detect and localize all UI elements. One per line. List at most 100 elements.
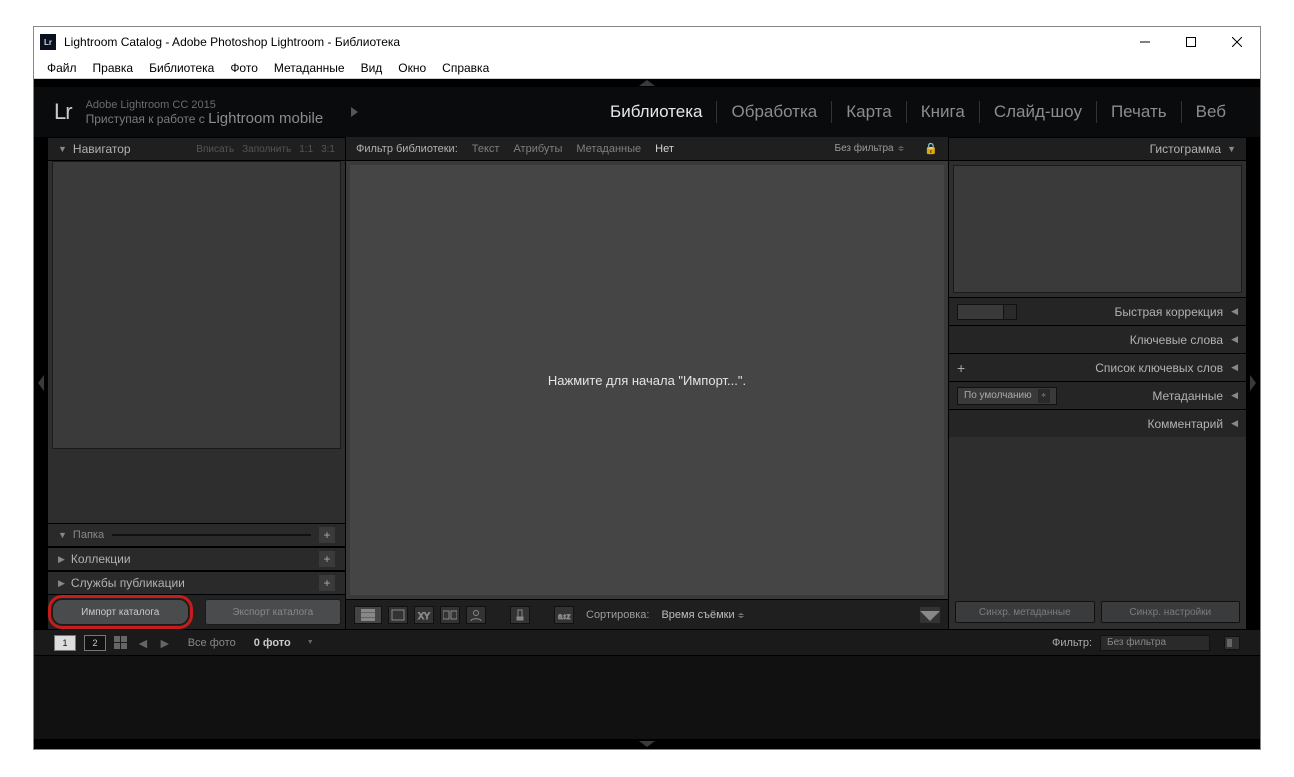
keywording-header[interactable]: Ключевые слова ◀ — [949, 325, 1246, 353]
grid-view[interactable]: Нажмите для начала "Импорт...". — [350, 165, 944, 595]
nav-back-button[interactable]: ◄ — [136, 635, 150, 651]
module-book[interactable]: Книга — [907, 101, 980, 123]
sync-metadata-button[interactable]: Синхр. метаданные — [955, 601, 1095, 623]
export-catalog-button[interactable]: Экспорт каталога — [205, 599, 342, 625]
menu-window[interactable]: Окно — [391, 59, 433, 77]
module-develop[interactable]: Обработка — [717, 101, 832, 123]
module-web[interactable]: Веб — [1182, 101, 1240, 123]
filter-metadata[interactable]: Метаданные — [576, 143, 641, 155]
toolbar: XY a↕z Сортировка: Время съёмки ≑ — [346, 599, 948, 629]
sort-direction-button[interactable]: a↕z — [554, 606, 574, 624]
grid-shortcut-icon[interactable] — [114, 636, 128, 650]
titlebar: Lr Lightroom Catalog - Adobe Photoshop L… — [34, 27, 1260, 57]
painter-tool-button[interactable] — [510, 606, 530, 624]
photo-count: 0 фото — [254, 637, 291, 649]
filmstrip-filter-dropdown[interactable]: Без фильтра — [1100, 635, 1210, 651]
metadata-preset-dropdown[interactable]: По умолчанию≑ — [957, 387, 1057, 405]
publish-header[interactable]: ▶ Службы публикации + — [48, 571, 345, 595]
filmstrip-filter-label: Фильтр: — [1052, 637, 1092, 649]
nav-3to1[interactable]: 3:1 — [321, 144, 335, 155]
menu-help[interactable]: Справка — [435, 59, 496, 77]
module-library[interactable]: Библиотека — [596, 101, 717, 123]
menu-file[interactable]: Файл — [40, 59, 84, 77]
module-slideshow[interactable]: Слайд-шоу — [980, 101, 1097, 123]
chevron-down-icon: ▼ — [58, 530, 67, 540]
nav-1to1[interactable]: 1:1 — [299, 144, 313, 155]
filter-none[interactable]: Нет — [655, 143, 674, 155]
maximize-button[interactable] — [1168, 27, 1214, 57]
left-panels: ▼ Навигатор Вписать Заполнить 1:1 3:1 ▼ … — [48, 137, 346, 629]
right-panel-toggle[interactable] — [1246, 137, 1260, 629]
sort-label: Сортировка: — [586, 609, 649, 621]
nav-fit[interactable]: Вписать — [196, 144, 234, 155]
menubar: Файл Правка Библиотека Фото Метаданные В… — [34, 57, 1260, 79]
app-body: Lr Adobe Lightroom CC 2015 Приступая к р… — [34, 79, 1260, 749]
toolbar-menu-button[interactable] — [920, 607, 940, 623]
nav-forward-button[interactable]: ► — [158, 635, 172, 651]
filter-attributes[interactable]: Атрибуты — [513, 143, 562, 155]
app-icon: Lr — [40, 34, 56, 50]
identity-line2[interactable]: Приступая к работе с Lightroom mobile — [86, 112, 324, 126]
collections-add-icon[interactable]: + — [319, 551, 335, 567]
sort-dropdown[interactable]: Время съёмки ≑ — [661, 609, 744, 621]
identity-plate: Lr Adobe Lightroom CC 2015 Приступая к р… — [34, 87, 1260, 137]
nav-fill[interactable]: Заполнить — [242, 144, 291, 155]
histogram-header[interactable]: Гистограмма ▼ — [949, 137, 1246, 161]
folders-add-icon[interactable]: + — [319, 527, 335, 543]
keyword-list-header[interactable]: + Список ключевых слов ◀ — [949, 353, 1246, 381]
module-map[interactable]: Карта — [832, 101, 907, 123]
center-area: Фильтр библиотеки: Текст Атрибуты Метада… — [346, 137, 948, 629]
navigator-preview[interactable] — [52, 161, 341, 449]
chevron-down-icon: ▼ — [1227, 144, 1236, 154]
comments-header[interactable]: Комментарий ◀ — [949, 409, 1246, 437]
metadata-header[interactable]: По умолчанию≑ Метаданные ◀ — [949, 381, 1246, 409]
bottom-panel-toggle[interactable] — [34, 739, 1260, 749]
view-loupe-button[interactable] — [388, 606, 408, 624]
import-catalog-button[interactable]: Импорт каталога — [52, 599, 189, 625]
folders-header[interactable]: ▼ Папка + — [48, 523, 345, 547]
top-panel-toggle[interactable] — [34, 79, 1260, 87]
view-compare-button[interactable]: XY — [414, 606, 434, 624]
minimize-button[interactable] — [1122, 27, 1168, 57]
filter-switch[interactable] — [1224, 636, 1240, 650]
right-panels: Гистограмма ▼ Быстрая коррекция ◀ Ключев… — [948, 137, 1246, 629]
source-menu-icon[interactable]: ▼ — [307, 639, 314, 646]
collections-header[interactable]: ▶ Коллекции + — [48, 547, 345, 571]
quick-develop-header[interactable]: Быстрая коррекция ◀ — [949, 297, 1246, 325]
lock-icon[interactable]: 🔒 — [924, 142, 938, 155]
menu-metadata[interactable]: Метаданные — [267, 59, 352, 77]
chevron-left-icon: ◀ — [1231, 306, 1238, 317]
chevron-down-icon: ▼ — [58, 144, 67, 154]
menu-view[interactable]: Вид — [354, 59, 390, 77]
source-label[interactable]: Все фото — [188, 637, 236, 649]
module-print[interactable]: Печать — [1097, 101, 1182, 123]
chevron-left-icon: ◀ — [1231, 390, 1238, 401]
identity-menu-icon[interactable] — [351, 107, 358, 117]
library-filter-bar: Фильтр библиотеки: Текст Атрибуты Метада… — [346, 137, 948, 161]
sync-settings-button[interactable]: Синхр. настройки — [1101, 601, 1241, 623]
filter-label: Фильтр библиотеки: — [356, 143, 458, 155]
left-panel-toggle[interactable] — [34, 137, 48, 629]
menu-library[interactable]: Библиотека — [142, 59, 221, 77]
view-people-button[interactable] — [466, 606, 486, 624]
filmstrip[interactable] — [34, 655, 1260, 739]
primary-monitor-button[interactable]: 1 — [54, 635, 76, 651]
window-title: Lightroom Catalog - Adobe Photoshop Ligh… — [64, 35, 1122, 49]
view-survey-button[interactable] — [440, 606, 460, 624]
chevron-left-icon: ◀ — [1231, 418, 1238, 429]
quick-develop-stepper[interactable] — [957, 304, 1017, 320]
close-button[interactable] — [1214, 27, 1260, 57]
chevron-left-icon: ◀ — [1231, 334, 1238, 345]
menu-edit[interactable]: Правка — [86, 59, 141, 77]
filter-preset-dropdown[interactable]: Без фильтра≑ — [835, 143, 905, 154]
import-hint: Нажмите для начала "Импорт...". — [548, 373, 746, 388]
chevron-right-icon: ▶ — [58, 578, 65, 589]
secondary-monitor-button[interactable]: 2 — [84, 635, 106, 651]
publish-add-icon[interactable]: + — [319, 575, 335, 591]
filter-text[interactable]: Текст — [472, 143, 500, 155]
menu-photo[interactable]: Фото — [223, 59, 265, 77]
plus-icon[interactable]: + — [957, 360, 965, 376]
navigator-header[interactable]: ▼ Навигатор Вписать Заполнить 1:1 3:1 — [48, 137, 345, 161]
chevron-right-icon: ▶ — [58, 554, 65, 565]
view-grid-button[interactable] — [354, 606, 382, 624]
